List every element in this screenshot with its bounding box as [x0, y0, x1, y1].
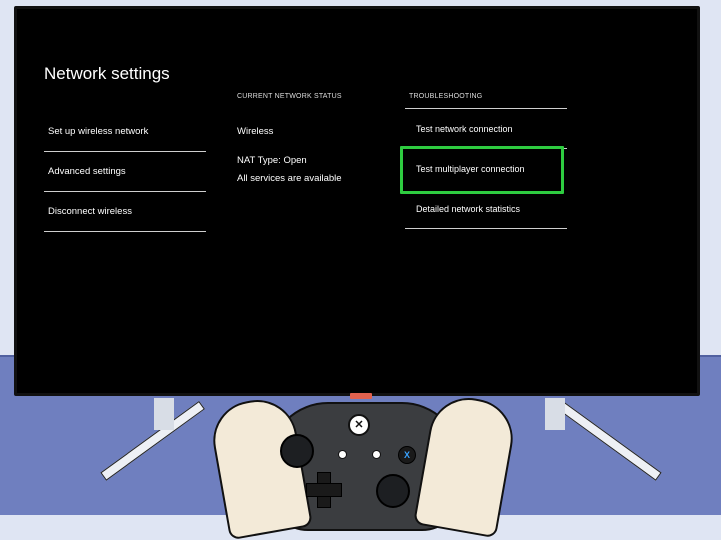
troubleshooting-heading: TROUBLESHOOTING [405, 93, 567, 109]
left-thumbstick[interactable] [280, 434, 314, 468]
tv-power-led [350, 393, 372, 399]
menu-button[interactable] [372, 450, 381, 459]
tv-stand-right [545, 398, 565, 430]
tv-stand-left [154, 398, 174, 430]
network-status-panel: CURRENT NETWORK STATUS Wireless NAT Type… [237, 93, 387, 184]
test-network-connection-button[interactable]: Test network connection [405, 109, 567, 149]
page-title: Network settings [44, 64, 170, 83]
right-thumbstick[interactable] [376, 474, 410, 508]
connection-type: Wireless [237, 126, 274, 137]
services-status: All services are available [237, 173, 342, 184]
detailed-network-statistics-button[interactable]: Detailed network statistics [405, 189, 567, 229]
status-heading: CURRENT NETWORK STATUS [237, 93, 342, 100]
network-menu: Set up wireless network Advanced setting… [44, 112, 206, 232]
menu-item-disconnect-wireless[interactable]: Disconnect wireless [44, 192, 206, 232]
nat-type: NAT Type: Open [237, 155, 307, 166]
menu-item-advanced-settings[interactable]: Advanced settings [44, 152, 206, 192]
dpad[interactable] [306, 472, 342, 508]
view-button[interactable] [338, 450, 347, 459]
selection-highlight [400, 146, 564, 194]
x-face-button[interactable]: X [398, 446, 416, 464]
menu-item-setup-wireless[interactable]: Set up wireless network [44, 112, 206, 152]
xbox-guide-button[interactable]: ✕ [348, 414, 370, 436]
